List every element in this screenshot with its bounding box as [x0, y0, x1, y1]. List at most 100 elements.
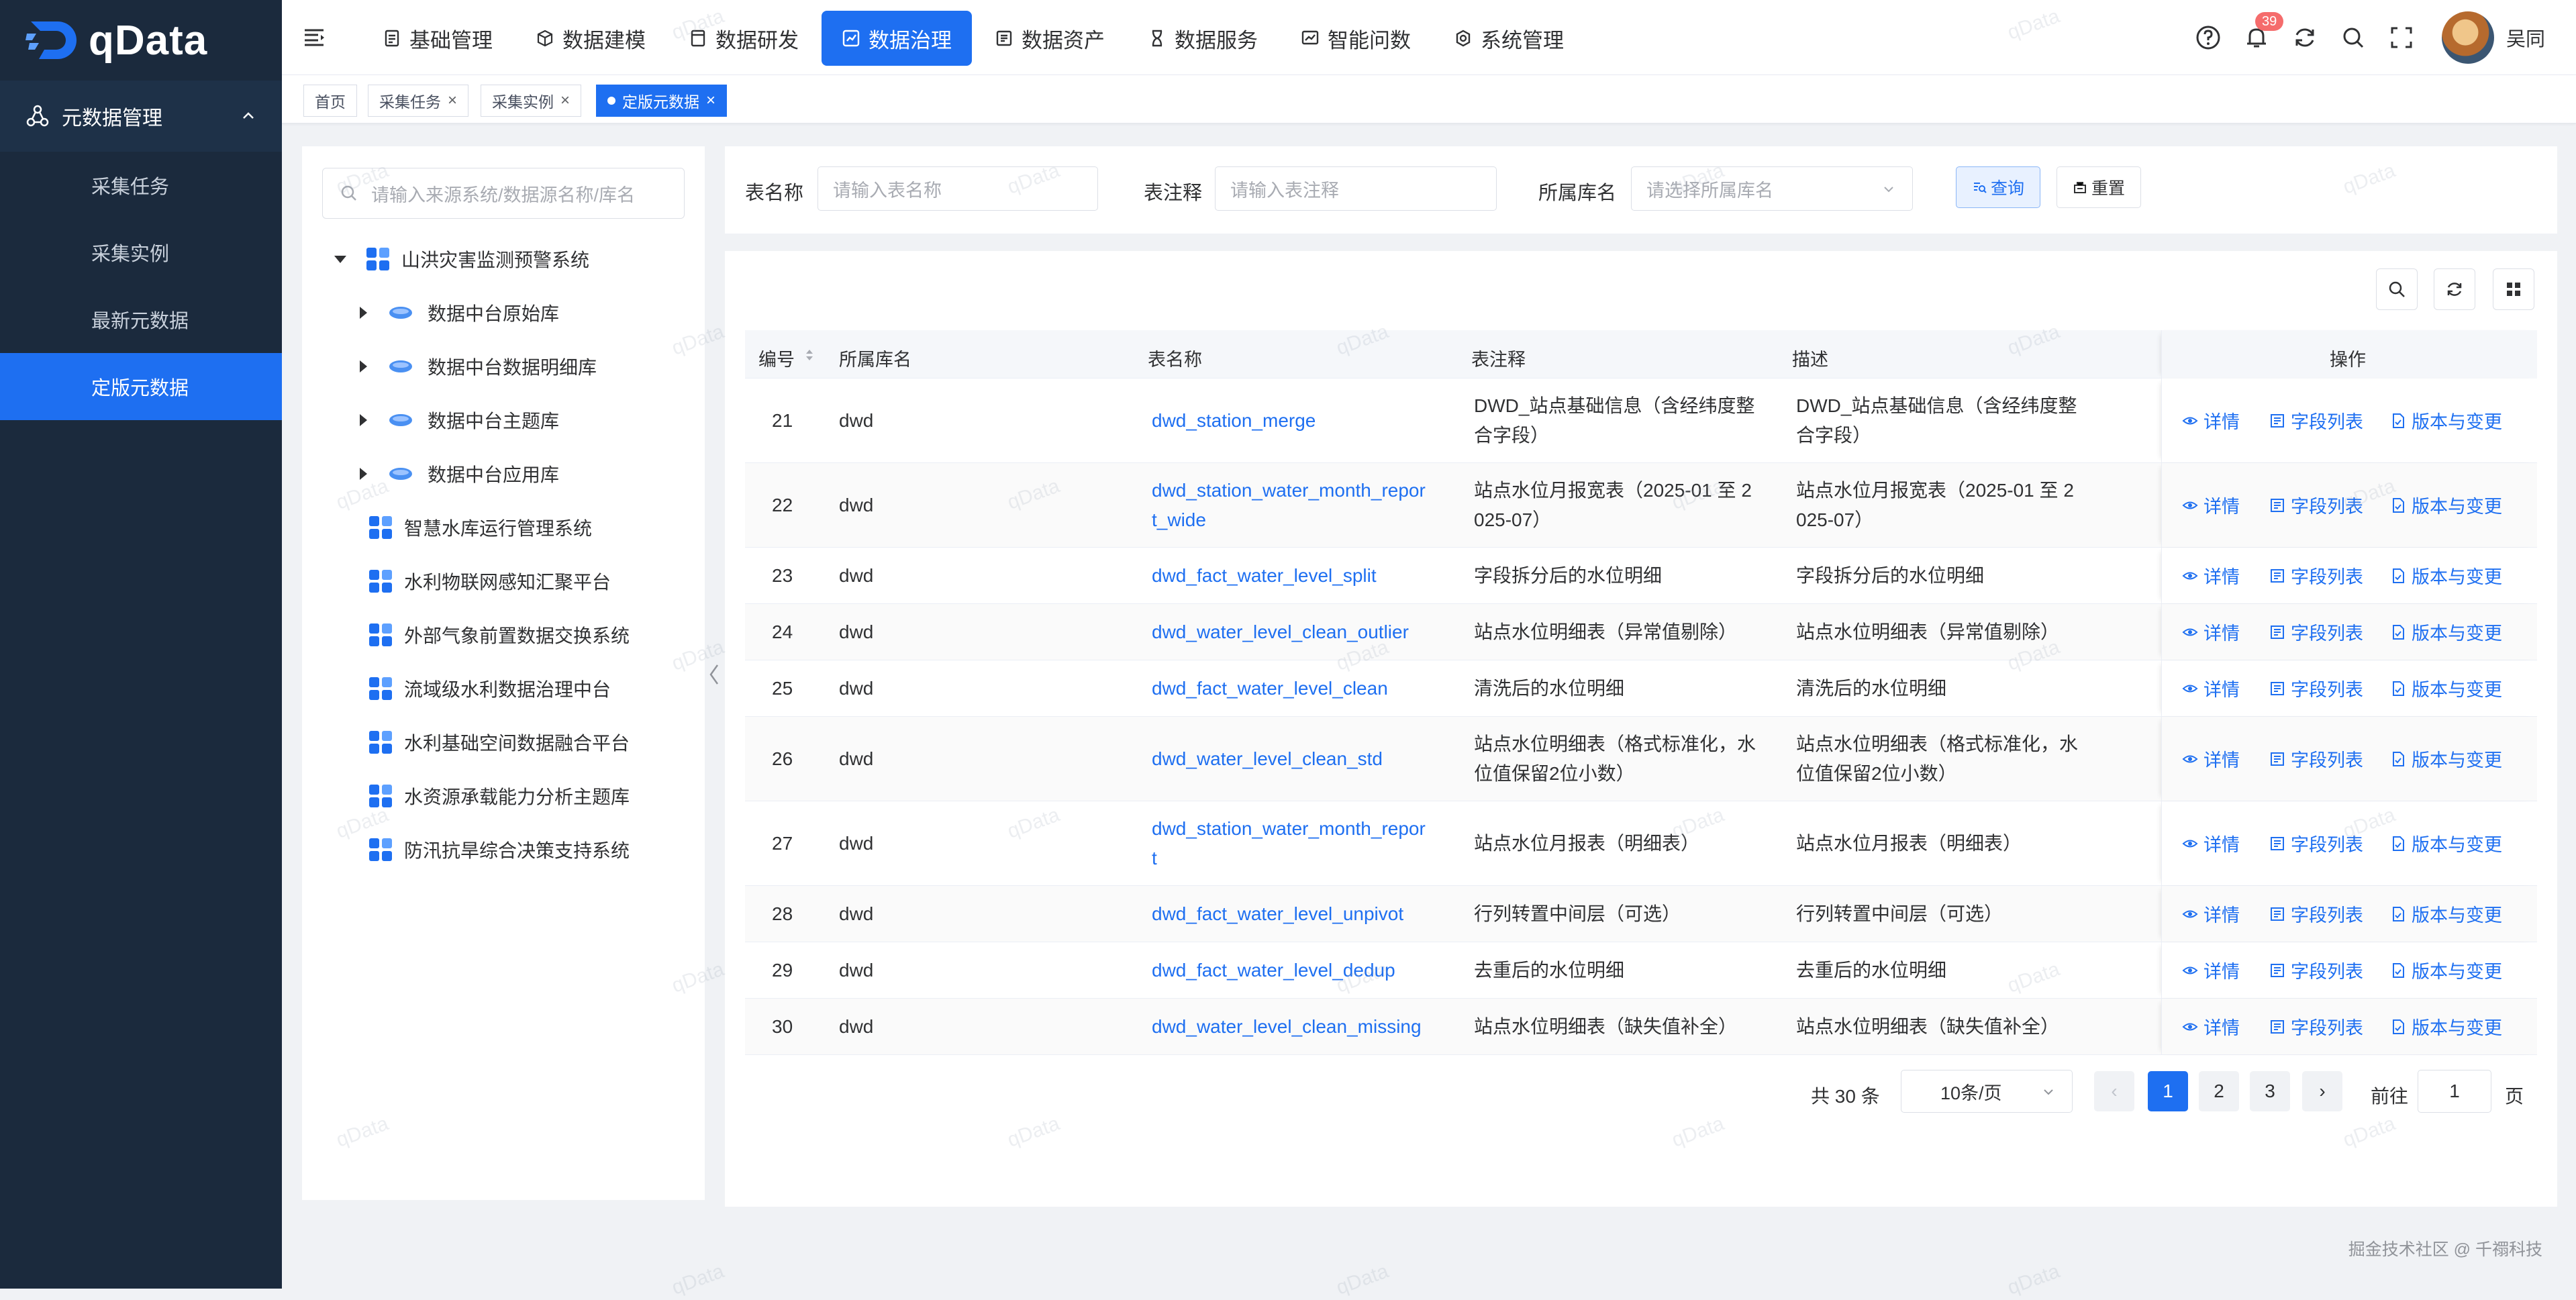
- tag-collect-task[interactable]: 采集任务 ×: [368, 85, 469, 117]
- version-change-link[interactable]: 版本与变更: [2390, 901, 2502, 927]
- cell-table-name[interactable]: dwd_fact_water_level_unpivot: [1152, 899, 1403, 929]
- detail-link[interactable]: 详情: [2182, 830, 2240, 856]
- page-3-button[interactable]: 3: [2250, 1071, 2290, 1111]
- next-page-button[interactable]: ›: [2302, 1071, 2342, 1111]
- cell-table-name-line[interactable]: dwd_station_merge: [1152, 406, 1316, 436]
- nav-system-management[interactable]: 系统管理: [1434, 11, 1584, 66]
- collapse-panel-icon[interactable]: [707, 661, 721, 688]
- tree-node[interactable]: 数据中台数据明细库: [360, 346, 597, 387]
- detail-link[interactable]: 详情: [2182, 492, 2240, 518]
- version-change-link[interactable]: 版本与变更: [2390, 830, 2502, 856]
- cell-table-name[interactable]: dwd_fact_water_level_clean: [1152, 674, 1388, 703]
- nav-data-development[interactable]: 数据研发: [668, 11, 819, 66]
- tree-node[interactable]: 水利基础空间数据融合平台: [369, 722, 630, 762]
- tree-node[interactable]: 水利物联网感知汇聚平台: [369, 561, 611, 601]
- help-icon[interactable]: [2195, 24, 2222, 51]
- field-list-link[interactable]: 字段列表: [2269, 407, 2363, 434]
- detail-link[interactable]: 详情: [2182, 1013, 2240, 1040]
- table-comment-input[interactable]: 请输入表注释: [1215, 166, 1497, 211]
- caret-right-icon[interactable]: [360, 414, 367, 426]
- prev-page-button[interactable]: ‹: [2094, 1071, 2134, 1111]
- cell-table-name-line[interactable]: dwd_water_level_clean_outlier: [1152, 617, 1409, 647]
- detail-link[interactable]: 详情: [2182, 407, 2240, 434]
- cell-table-name[interactable]: dwd_water_level_clean_missing: [1152, 1012, 1422, 1042]
- sort-icon[interactable]: [804, 348, 815, 362]
- tree-node[interactable]: 数据中台原始库: [360, 293, 559, 333]
- page-size-select[interactable]: 10条/页: [1901, 1070, 2073, 1113]
- close-icon[interactable]: ×: [448, 91, 457, 110]
- tree-node[interactable]: 水资源承载能力分析主题库: [369, 776, 630, 816]
- sidebar-item-final-metadata[interactable]: 定版元数据: [0, 353, 282, 420]
- column-settings-button[interactable]: [2493, 268, 2534, 310]
- tree-node[interactable]: 数据中台应用库: [360, 454, 559, 494]
- goto-page-input[interactable]: 1: [2418, 1070, 2491, 1113]
- page-1-button[interactable]: 1: [2148, 1071, 2188, 1111]
- cell-table-name-line[interactable]: dwd_station_water_month_repor: [1152, 476, 1426, 505]
- sidebar-item-latest-metadata[interactable]: 最新元数据: [0, 286, 282, 353]
- version-change-link[interactable]: 版本与变更: [2390, 562, 2502, 589]
- nav-data-assets[interactable]: 数据资产: [975, 11, 1125, 66]
- field-list-link[interactable]: 字段列表: [2269, 619, 2363, 645]
- query-button[interactable]: 查询: [1956, 166, 2040, 208]
- detail-link[interactable]: 详情: [2182, 675, 2240, 701]
- field-list-link[interactable]: 字段列表: [2269, 562, 2363, 589]
- search-icon[interactable]: [2340, 24, 2367, 51]
- cell-table-name[interactable]: dwd_station_merge: [1152, 406, 1316, 436]
- menu-fold-icon[interactable]: [302, 26, 326, 50]
- cell-table-name-line[interactable]: t: [1152, 844, 1426, 873]
- caret-right-icon[interactable]: [360, 360, 367, 372]
- cell-table-name-line[interactable]: dwd_station_water_month_repor: [1152, 814, 1426, 844]
- nav-basic-management[interactable]: 基础管理: [362, 11, 513, 66]
- field-list-link[interactable]: 字段列表: [2269, 746, 2363, 772]
- tree-node[interactable]: 山洪灾害监测预警系统: [334, 239, 589, 279]
- tree-node[interactable]: 防汛抗旱综合决策支持系统: [369, 830, 630, 870]
- cell-table-name[interactable]: dwd_station_water_month_repor t: [1152, 814, 1426, 873]
- tag-collect-instance[interactable]: 采集实例 ×: [481, 85, 582, 117]
- menu-group-metadata[interactable]: 元数据管理: [0, 81, 282, 152]
- close-icon[interactable]: ×: [706, 91, 715, 110]
- caret-down-icon[interactable]: [334, 255, 346, 263]
- version-change-link[interactable]: 版本与变更: [2390, 957, 2502, 983]
- detail-link[interactable]: 详情: [2182, 901, 2240, 927]
- refresh-icon[interactable]: [2291, 24, 2318, 51]
- version-change-link[interactable]: 版本与变更: [2390, 619, 2502, 645]
- field-list-link[interactable]: 字段列表: [2269, 830, 2363, 856]
- sidebar-item-collect-instance[interactable]: 采集实例: [0, 219, 282, 286]
- version-change-link[interactable]: 版本与变更: [2390, 407, 2502, 434]
- tree-node[interactable]: 外部气象前置数据交换系统: [369, 615, 630, 655]
- version-change-link[interactable]: 版本与变更: [2390, 675, 2502, 701]
- version-change-link[interactable]: 版本与变更: [2390, 746, 2502, 772]
- tree-node[interactable]: 流域级水利数据治理中台: [369, 668, 611, 709]
- field-list-link[interactable]: 字段列表: [2269, 675, 2363, 701]
- reset-button[interactable]: 重置: [2057, 166, 2141, 208]
- cell-table-name[interactable]: dwd_water_level_clean_std: [1152, 744, 1383, 774]
- tree-search-input[interactable]: 请输入来源系统/数据源名称/库名: [322, 168, 685, 219]
- tree-node[interactable]: 数据中台主题库: [360, 400, 559, 440]
- version-change-link[interactable]: 版本与变更: [2390, 492, 2502, 518]
- cell-table-name-line[interactable]: dwd_fact_water_level_clean: [1152, 674, 1388, 703]
- page-2-button[interactable]: 2: [2199, 1071, 2239, 1111]
- close-icon[interactable]: ×: [560, 91, 570, 110]
- cell-table-name-line[interactable]: t_wide: [1152, 505, 1426, 535]
- field-list-link[interactable]: 字段列表: [2269, 901, 2363, 927]
- cell-table-name-line[interactable]: dwd_water_level_clean_missing: [1152, 1012, 1422, 1042]
- field-list-link[interactable]: 字段列表: [2269, 492, 2363, 518]
- avatar[interactable]: [2441, 11, 2494, 64]
- field-list-link[interactable]: 字段列表: [2269, 957, 2363, 983]
- detail-link[interactable]: 详情: [2182, 957, 2240, 983]
- version-change-link[interactable]: 版本与变更: [2390, 1013, 2502, 1040]
- tag-home[interactable]: 首页: [303, 85, 357, 117]
- detail-link[interactable]: 详情: [2182, 562, 2240, 589]
- db-name-select[interactable]: 请选择所属库名: [1631, 166, 1913, 211]
- caret-right-icon[interactable]: [360, 468, 367, 480]
- table-search-toggle[interactable]: [2376, 268, 2418, 310]
- notification-button[interactable]: 39: [2243, 12, 2284, 51]
- app-logo[interactable]: qData: [0, 0, 282, 81]
- cell-table-name[interactable]: dwd_station_water_month_repor t_wide: [1152, 476, 1426, 535]
- cell-table-name[interactable]: dwd_fact_water_level_split: [1152, 561, 1377, 591]
- cell-table-name-line[interactable]: dwd_water_level_clean_std: [1152, 744, 1383, 774]
- caret-right-icon[interactable]: [360, 307, 367, 319]
- table-name-input[interactable]: 请输入表名称: [818, 166, 1098, 211]
- nav-data-modeling[interactable]: 数据建模: [515, 11, 666, 66]
- sidebar-item-collect-task[interactable]: 采集任务: [0, 152, 282, 219]
